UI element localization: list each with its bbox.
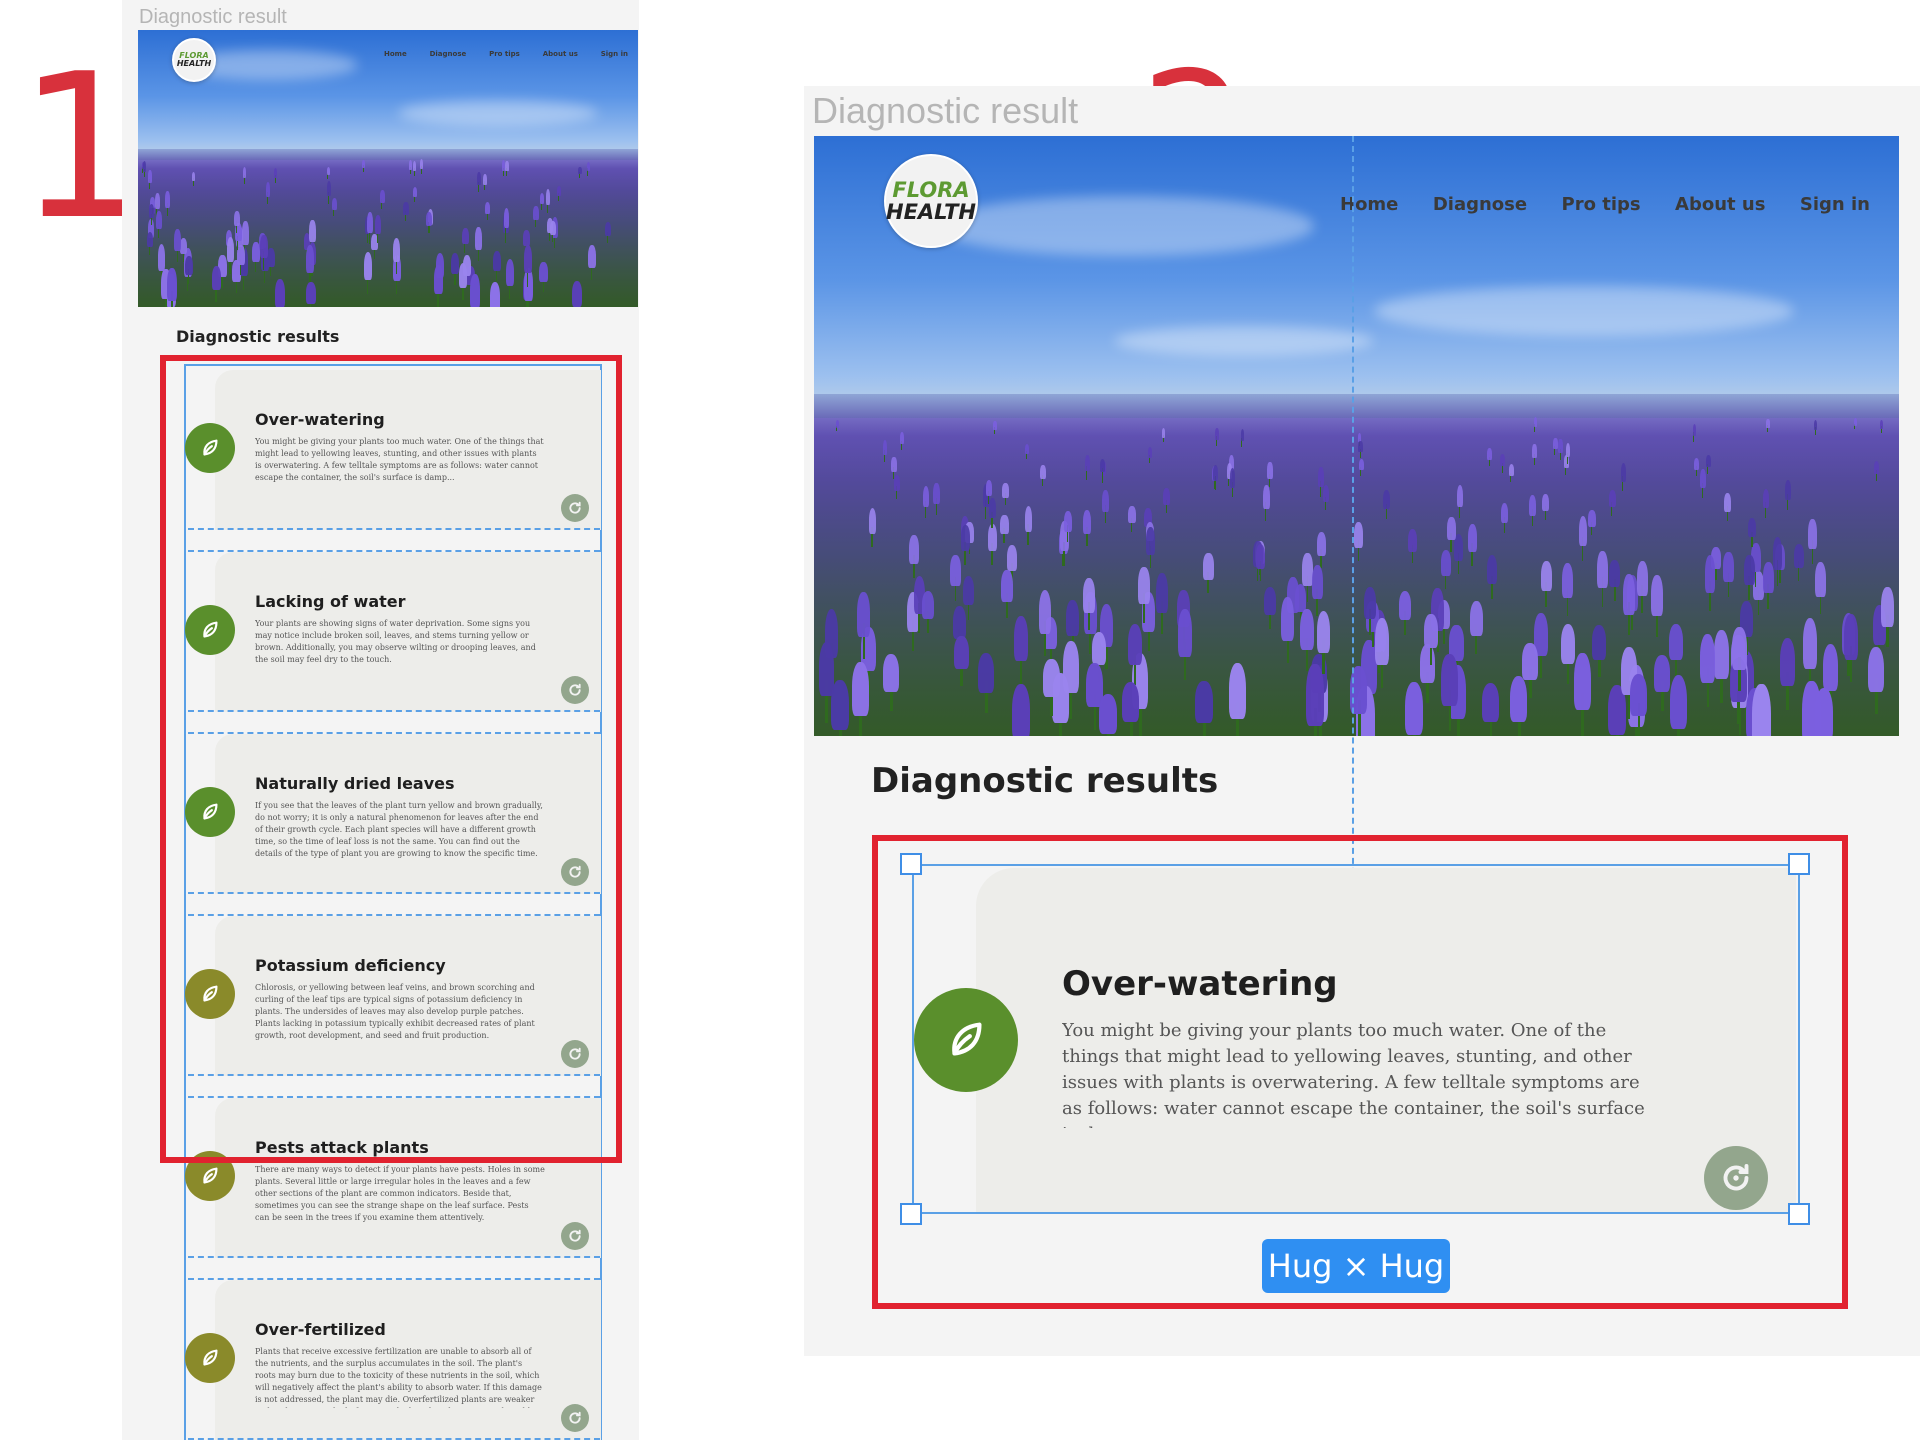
nav-pro-tips[interactable]: Pro tips — [489, 50, 520, 58]
nav-about-us[interactable]: About us — [543, 50, 578, 58]
hero-image-detail: FLORA HEALTH Home Diagnose Pro tips Abou… — [814, 136, 1899, 736]
brand-line-2-detail: HEALTH — [886, 200, 976, 224]
top-nav: Home Diagnose Pro tips About us Sign in — [384, 50, 628, 58]
leaf-icon — [203, 1349, 218, 1366]
card-body: There are many ways to detect if your pl… — [255, 1165, 545, 1222]
hero-image: FLORA HEALTH Home Diagnose Pro tips Abou… — [138, 30, 638, 307]
section-title: Diagnostic results — [176, 327, 340, 346]
nav-home[interactable]: Home — [1340, 194, 1398, 215]
card-spacing-guide — [188, 1256, 600, 1258]
center-guide — [1352, 136, 1354, 914]
nav-diagnose[interactable]: Diagnose — [1433, 194, 1527, 215]
card-body: Plants that receive excessive fertilizat… — [255, 1347, 542, 1408]
section-title-detail: Diagnostic results — [871, 761, 1219, 801]
refresh-button[interactable] — [561, 1404, 589, 1432]
highlight-box-1 — [160, 355, 622, 1163]
lupine-field — [138, 158, 638, 307]
brand-logo-detail[interactable]: FLORA HEALTH — [884, 154, 978, 248]
highlight-box-2 — [872, 835, 1848, 1309]
refresh-icon — [569, 1411, 581, 1424]
nav-diagnose[interactable]: Diagnose — [430, 50, 467, 58]
nav-sign-in[interactable]: Sign in — [1800, 194, 1870, 215]
comparison-canvas: 1 Diagnostic result FLORA HEALTH Home Di… — [0, 0, 1920, 1440]
frame-label-detail: Diagnostic result — [812, 90, 1079, 131]
frame-label: Diagnostic result — [139, 6, 287, 28]
refresh-icon — [569, 1229, 581, 1242]
top-nav-detail: Home Diagnose Pro tips About us Sign in — [1340, 194, 1870, 215]
result-card[interactable]: Over-fertilized Plants that receive exces… — [215, 1280, 601, 1440]
lupine-field-detail — [814, 417, 1899, 736]
card-leaf-badge — [185, 1333, 235, 1383]
nav-about-us[interactable]: About us — [1675, 194, 1765, 215]
refresh-button[interactable] — [561, 1222, 589, 1250]
nav-sign-in[interactable]: Sign in — [601, 50, 628, 58]
nav-pro-tips[interactable]: Pro tips — [1562, 194, 1641, 215]
brand-logo[interactable]: FLORA HEALTH — [172, 38, 216, 82]
nav-home[interactable]: Home — [384, 50, 407, 58]
brand-line-1-detail: FLORA — [892, 177, 970, 202]
brand-line-2: HEALTH — [176, 59, 212, 68]
leaf-icon — [203, 1167, 218, 1184]
card-title: Over-fertilized — [255, 1320, 386, 1339]
